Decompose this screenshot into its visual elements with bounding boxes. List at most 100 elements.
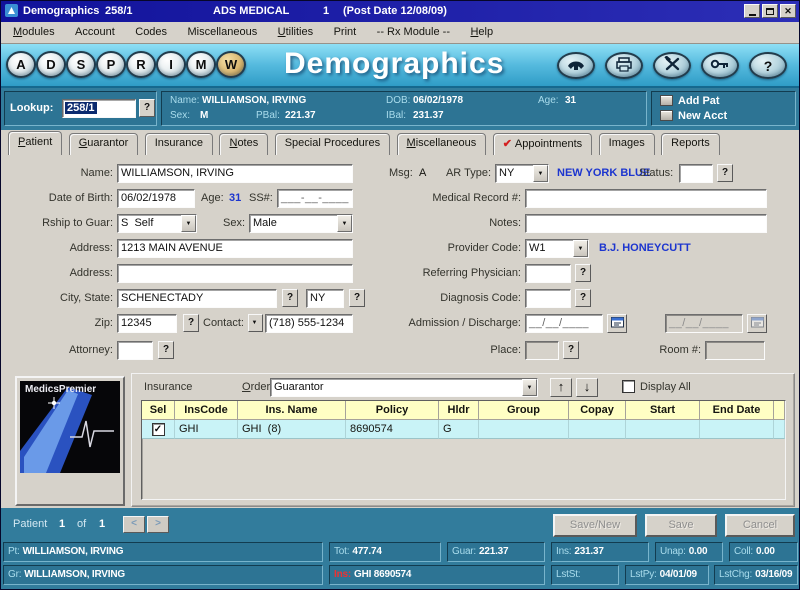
address1-field[interactable]: 1213 MAIN AVENUE xyxy=(117,239,353,258)
rship-select[interactable]: S Self xyxy=(117,214,197,233)
admission-label: Admission / Discharge: xyxy=(385,314,521,333)
demographics-window: Demographics 258/1 ADS MEDICAL 1 (Post D… xyxy=(0,0,800,590)
letter-button-r[interactable]: R xyxy=(126,51,156,78)
letter-button-s[interactable]: S xyxy=(66,51,96,78)
admission-date-field[interactable]: __/__/____ xyxy=(525,314,603,333)
diag-field[interactable] xyxy=(525,289,571,308)
summary-dob-value: 06/02/1978 xyxy=(413,95,463,106)
menu-codes[interactable]: Codes xyxy=(127,22,175,43)
checkbox-checked-icon[interactable]: ✓ xyxy=(152,423,165,436)
sex-select[interactable]: Male xyxy=(249,214,353,233)
letter-button-w[interactable]: W xyxy=(216,51,246,78)
ar-type-select[interactable]: NY xyxy=(495,164,549,183)
tab-reports[interactable]: Reports xyxy=(661,133,720,155)
diag-help-button[interactable]: ? xyxy=(575,289,591,307)
tab-special-procedures[interactable]: Special Procedures xyxy=(275,133,390,155)
cancel-button[interactable]: Cancel xyxy=(725,514,795,537)
status-field[interactable] xyxy=(679,164,713,183)
letter-button-i[interactable]: I xyxy=(156,51,186,78)
order-select[interactable]: Guarantor xyxy=(270,378,538,397)
display-all-checkbox[interactable] xyxy=(622,380,635,393)
tab-miscellaneous[interactable]: Miscellaneous xyxy=(397,133,487,155)
ssn-field[interactable]: ___-__-____ xyxy=(277,189,353,208)
summary-sex-label: Sex: xyxy=(170,110,190,121)
letter-button-m[interactable]: M xyxy=(186,51,216,78)
tab-guarantor[interactable]: Guarantor xyxy=(69,133,139,155)
new-acct-checkbox[interactable] xyxy=(660,110,673,121)
tab-notes[interactable]: Notes xyxy=(219,133,268,155)
chevron-down-icon[interactable] xyxy=(337,215,352,232)
lookup-input[interactable]: 258/1 xyxy=(62,99,136,118)
key-button[interactable] xyxy=(701,52,739,79)
print-button[interactable] xyxy=(605,52,643,79)
tab-insurance[interactable]: Insurance xyxy=(145,133,213,155)
city-field[interactable]: SCHENECTADY xyxy=(117,289,277,308)
status-unap: Unap:0.00 xyxy=(655,542,723,562)
status-label: Status: xyxy=(639,164,677,183)
status-help-button[interactable]: ? xyxy=(717,164,733,182)
quick-actions-panel: Add Pat New Acct xyxy=(651,91,796,126)
summary-ibal-value: 231.37 xyxy=(413,110,444,121)
move-down-button[interactable]: ↓ xyxy=(576,378,598,397)
attorney-help-button[interactable]: ? xyxy=(158,341,174,359)
chevron-down-icon[interactable] xyxy=(533,165,548,182)
menu-miscellaneous[interactable]: Miscellaneous xyxy=(180,22,266,43)
menu-utilities[interactable]: Utilities xyxy=(270,22,321,43)
ar-type-label: AR Type: xyxy=(433,164,491,183)
letter-button-a[interactable]: A xyxy=(6,51,36,78)
help-button[interactable]: ? xyxy=(749,52,787,79)
menu-help[interactable]: Help xyxy=(462,22,501,43)
contact-phone-field[interactable]: (718) 555-1234 xyxy=(265,314,353,333)
chevron-down-icon[interactable] xyxy=(573,240,588,257)
dob-field[interactable]: 06/02/1978 xyxy=(117,189,195,208)
place-help-button[interactable]: ? xyxy=(563,341,579,359)
menu-print[interactable]: Print xyxy=(326,22,365,43)
ref-phys-help-button[interactable]: ? xyxy=(575,264,591,282)
menu-account[interactable]: Account xyxy=(67,22,123,43)
status-lstchg: LstChg:03/16/09 xyxy=(714,565,798,585)
key-icon xyxy=(710,58,730,73)
menu-rx-module[interactable]: -- Rx Module -- xyxy=(369,22,458,43)
status-ins-policy: Ins:GHI 8690574 xyxy=(329,565,545,585)
save-new-button[interactable]: Save/New xyxy=(553,514,637,537)
address2-field[interactable] xyxy=(117,264,353,283)
zip-help-button[interactable]: ? xyxy=(183,314,199,332)
state-field[interactable]: NY xyxy=(306,289,344,308)
zip-field[interactable]: 12345 xyxy=(117,314,177,333)
phone-button[interactable] xyxy=(557,52,595,79)
minimize-icon[interactable] xyxy=(744,4,760,18)
letter-button-p[interactable]: P xyxy=(96,51,126,78)
mrn-field[interactable] xyxy=(525,189,767,208)
add-pat-checkbox[interactable] xyxy=(660,95,673,106)
notes-field[interactable] xyxy=(525,214,767,233)
maximize-icon[interactable] xyxy=(762,4,778,18)
arrow-down-icon: ↓ xyxy=(584,379,591,394)
discharge-date-field[interactable]: __/__/____ xyxy=(665,314,743,333)
ref-phys-field[interactable] xyxy=(525,264,571,283)
prev-patient-button[interactable]: < xyxy=(123,516,145,533)
next-patient-button[interactable]: > xyxy=(147,516,169,533)
menu-modules[interactable]: Modules xyxy=(5,22,63,43)
contact-label: Contact: xyxy=(203,314,247,333)
tools-button[interactable] xyxy=(653,52,691,79)
move-up-button[interactable]: ↑ xyxy=(550,378,572,397)
tab-images[interactable]: Images xyxy=(599,133,655,155)
lookup-help-button[interactable]: ? xyxy=(139,99,155,117)
state-help-button[interactable]: ? xyxy=(349,289,365,307)
provider-select[interactable]: W1 xyxy=(525,239,589,258)
city-help-button[interactable]: ? xyxy=(282,289,298,307)
attorney-field[interactable] xyxy=(117,341,153,360)
chevron-down-icon[interactable] xyxy=(181,215,196,232)
name-field[interactable]: WILLIAMSON, IRVING xyxy=(117,164,353,183)
tab-appointments[interactable]: ✔Appointments xyxy=(493,133,592,155)
letter-button-d[interactable]: D xyxy=(36,51,66,78)
close-icon[interactable] xyxy=(780,4,796,18)
chevron-down-icon[interactable] xyxy=(522,379,537,396)
contact-dropdown-button[interactable] xyxy=(248,314,263,332)
insurance-table-row[interactable]: ✓ GHI GHI (8) 8690574 G xyxy=(142,420,785,439)
tab-patient[interactable]: Patient xyxy=(8,131,62,155)
admission-calendar-button[interactable] xyxy=(607,314,627,333)
ssn-label: SS#: xyxy=(249,189,275,208)
col-group: Group xyxy=(479,401,569,420)
save-button[interactable]: Save xyxy=(645,514,717,537)
